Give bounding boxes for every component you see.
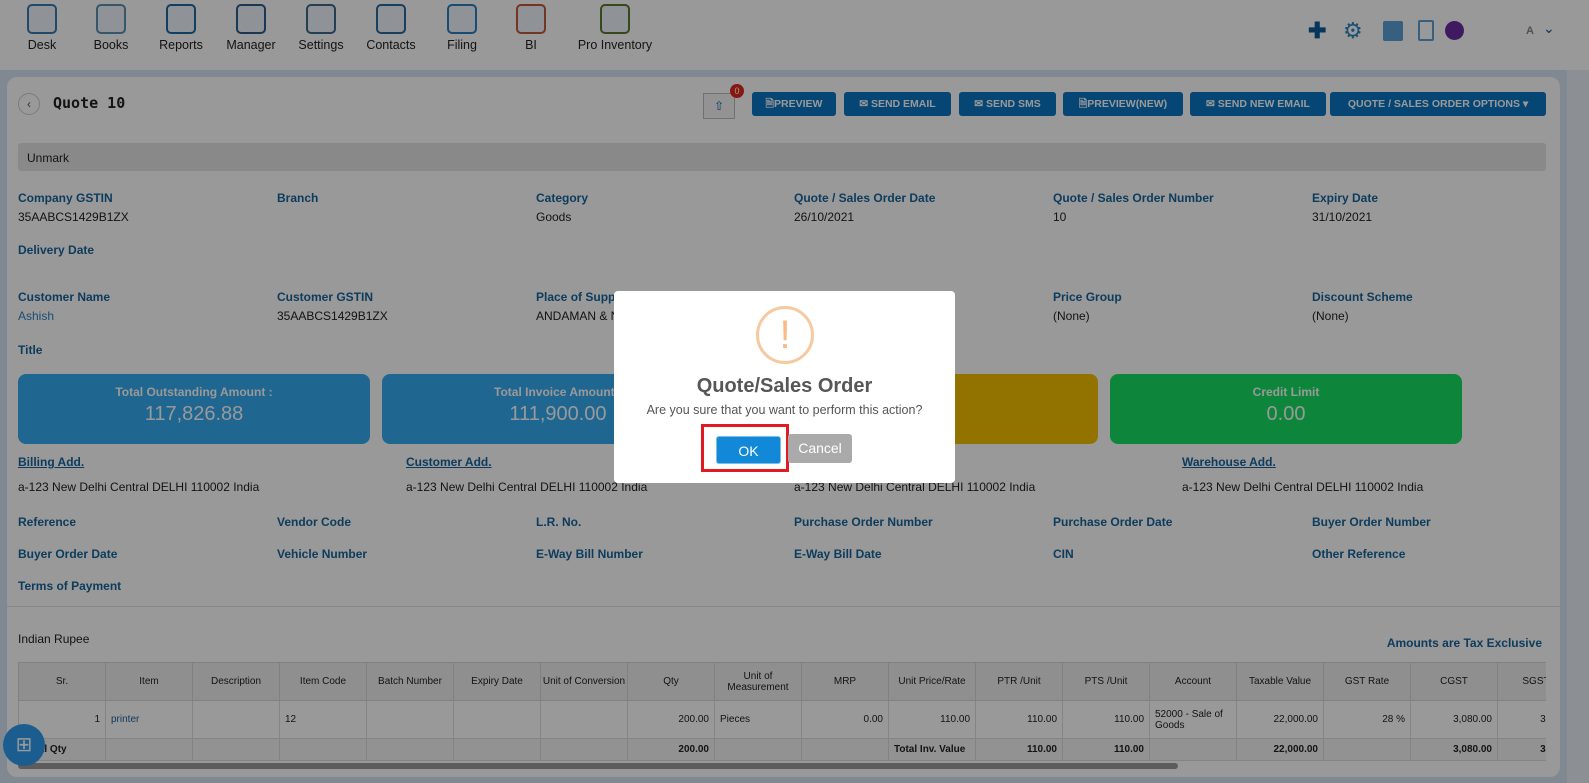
ok-button[interactable]: OK xyxy=(716,436,781,464)
dialog-message: Are you sure that you want to perform th… xyxy=(646,403,923,417)
cancel-button[interactable]: Cancel xyxy=(788,434,852,463)
dialog-title: Quote/Sales Order xyxy=(696,375,873,397)
confirm-dialog: ! Quote/Sales Order Are you sure that yo… xyxy=(614,291,955,483)
warning-icon: ! xyxy=(756,306,814,364)
